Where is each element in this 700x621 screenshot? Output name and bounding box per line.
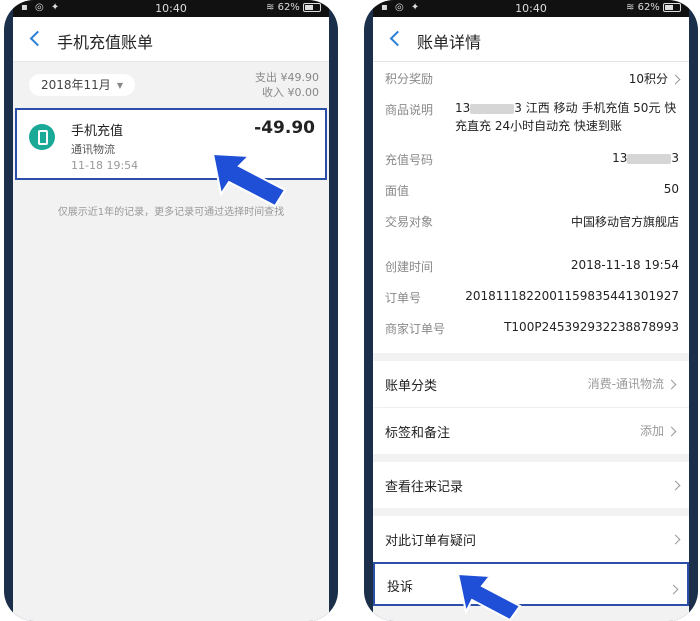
detail-row-phone: 充值号码 13 3 — [373, 143, 689, 174]
month-picker[interactable]: 2018年11月 ▼ — [29, 74, 135, 96]
status-right: ≋ 62% — [626, 2, 681, 13]
phone-icon — [29, 124, 55, 150]
chevron-wrap — [668, 532, 681, 547]
battery-icon — [663, 2, 681, 12]
category-row[interactable]: 账单分类 消费-通讯物流 — [373, 361, 689, 407]
month-label: 2018年11月 — [41, 78, 111, 92]
detail-value: 10积分 — [628, 70, 681, 87]
page-title: 手机充值账单 — [57, 33, 154, 52]
pointer-arrow-icon — [456, 572, 522, 621]
tags-value: 添加 — [639, 422, 677, 439]
detail-value: 2018-11-18 19:54 — [570, 258, 679, 272]
history-label: 查看往来记录 — [385, 480, 464, 495]
detail-label: 充值号码 — [385, 153, 434, 167]
detail-label: 商品说明 — [385, 103, 434, 117]
detail-row-points[interactable]: 积分奖励 10积分 — [373, 62, 689, 93]
redacted-block — [470, 103, 515, 114]
nav-bar: 账单详情 — [373, 17, 689, 62]
detail-value: 中国移动官方旗舰店 — [570, 215, 679, 229]
status-right: ≋ 62% — [266, 2, 321, 13]
complain-label: 投诉 — [387, 580, 414, 595]
chevron-right-icon — [668, 584, 679, 595]
detail-row-description: 商品说明 13 3 江西 移动 手机充值 50元 快充直充 24小时自动充 快速到… — [373, 93, 689, 143]
status-bar: ▪ ◎ ✦ 10:40 ≋ 62% — [13, 0, 329, 17]
detail-label: 订单号 — [385, 291, 422, 305]
back-icon[interactable] — [387, 27, 407, 49]
chevron-right-icon — [666, 379, 677, 390]
detail-row-counterparty: 交易对象 中国移动官方旗舰店 — [373, 205, 689, 236]
left-screen: ▪ ◎ ✦ 10:40 ≋ 62% 手机充值账单 2018年11月 ▼ 支出 ¥4… — [13, 0, 329, 621]
detail-label: 面值 — [385, 184, 410, 198]
phone-prefix: 13 — [612, 151, 628, 165]
expense-total: 支出 ¥49.90 — [255, 71, 319, 84]
chevron-wrap — [666, 579, 679, 598]
caret-down-icon: ▼ — [116, 80, 123, 90]
tags-label: 标签和备注 — [385, 426, 451, 441]
points-value: 10积分 — [628, 72, 668, 86]
page-title: 账单详情 — [417, 33, 482, 52]
question-label: 对此订单有疑问 — [385, 534, 477, 549]
redacted-block — [627, 153, 672, 164]
status-bar: ▪ ◎ ✦ 10:40 ≋ 62% — [373, 0, 689, 17]
tags-add-text: 添加 — [639, 424, 664, 438]
row-spacer — [373, 236, 689, 250]
wifi-icon: ≋ — [266, 2, 275, 13]
summary: 支出 ¥49.90 收入 ¥0.00 — [255, 70, 319, 100]
back-icon[interactable] — [27, 27, 47, 49]
detail-row-created: 创建时间 2018-11-18 19:54 — [373, 250, 689, 281]
detail-label: 积分奖励 — [385, 72, 434, 86]
right-screen: ▪ ◎ ✦ 10:40 ≋ 62% 账单详情 积分奖励 10积分 商品说明 13… — [373, 0, 689, 621]
phone-prefix: 13 — [455, 101, 471, 115]
detail-label: 商家订单号 — [385, 322, 446, 336]
income-total: 收入 ¥0.00 — [262, 86, 319, 99]
wifi-icon: ≋ — [626, 2, 635, 13]
category-label: 账单分类 — [385, 379, 438, 394]
chevron-right-icon — [670, 74, 681, 85]
chevron-right-icon — [670, 534, 681, 545]
phone-suffix: 3 — [671, 151, 679, 165]
detail-row-order-id: 订单号 20181118220011598354413019​27 — [373, 281, 689, 312]
detail-label: 交易对象 — [385, 215, 434, 229]
left-phone: ▪ ◎ ✦ 10:40 ≋ 62% 手机充值账单 2018年11月 ▼ 支出 ¥4… — [4, 0, 338, 621]
bill-time: 11-18 19:54 — [71, 159, 139, 172]
detail-value: T100P245392932238878993 — [504, 320, 679, 334]
chevron-wrap — [668, 478, 681, 493]
detail-value: 13 3 江西 移动 手机充值 50元 快充直充 24小时自动充 快速到账 — [455, 99, 679, 135]
question-row[interactable]: 对此订单有疑问 — [373, 516, 689, 562]
detail-row-face-value: 面值 50 — [373, 174, 689, 205]
category-text: 消费-通讯物流 — [587, 377, 664, 391]
detail-label: 创建时间 — [385, 260, 434, 274]
detail-row-merchant-order: 商家订单号 T100P245392932238878993 — [373, 312, 689, 343]
history-row[interactable]: 查看往来记录 — [373, 462, 689, 508]
battery-icon — [303, 2, 321, 12]
battery-text: 62% — [637, 2, 660, 13]
bill-name: 手机充值 — [71, 124, 124, 139]
detail-list: 积分奖励 10积分 商品说明 13 3 江西 移动 手机充值 50元 快充直充 2… — [373, 62, 689, 353]
bill-category: 通讯物流 — [71, 143, 115, 156]
detail-value: 50 — [663, 182, 679, 196]
chevron-right-icon — [670, 480, 681, 491]
chevron-right-icon — [666, 426, 677, 437]
nav-bar: 手机充值账单 — [13, 17, 329, 62]
complain-row[interactable]: 投诉 — [373, 562, 689, 606]
pointer-arrow-icon — [211, 152, 287, 208]
category-value: 消费-通讯物流 — [587, 375, 677, 392]
detail-value: 13 3 — [612, 151, 679, 165]
battery-text: 62% — [277, 2, 300, 13]
row-spacer — [373, 343, 689, 353]
bill-amount: -49.90 — [254, 118, 315, 138]
right-phone: ▪ ◎ ✦ 10:40 ≋ 62% 账单详情 积分奖励 10积分 商品说明 13… — [364, 0, 698, 621]
tags-row[interactable]: 标签和备注 添加 — [373, 408, 689, 454]
detail-value: 20181118220011598354413019​27 — [465, 289, 679, 303]
filter-bar: 2018年11月 ▼ 支出 ¥49.90 收入 ¥0.00 — [13, 62, 329, 108]
